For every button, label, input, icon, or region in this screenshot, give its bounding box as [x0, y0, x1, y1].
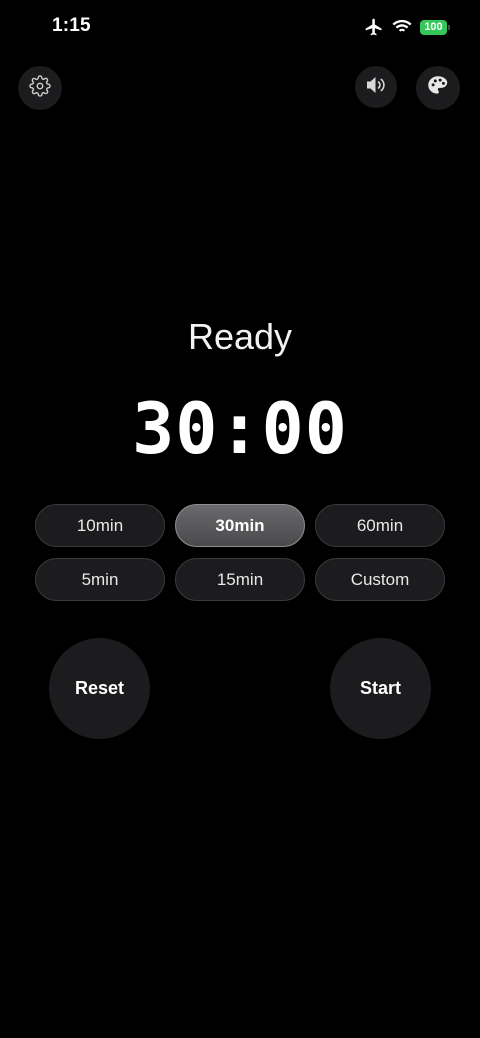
- reset-button[interactable]: Reset: [49, 638, 150, 739]
- preset-5min-button[interactable]: 5min: [35, 558, 165, 601]
- status-icons: 100: [364, 17, 450, 37]
- preset-10min-button[interactable]: 10min: [35, 504, 165, 547]
- wifi-icon: [392, 19, 412, 35]
- status-time: 1:15: [52, 15, 91, 36]
- battery-icon: 100: [420, 19, 450, 35]
- battery-level: 100: [420, 19, 447, 35]
- status-bar: 1:15 100: [0, 0, 480, 54]
- preset-grid: 10min 30min 60min 5min 15min Custom: [35, 504, 445, 601]
- preset-30min-button[interactable]: 30min: [175, 504, 305, 547]
- palette-icon: [425, 73, 451, 104]
- settings-button[interactable]: [18, 66, 62, 110]
- airplane-icon: [364, 17, 384, 37]
- battery-tip: [448, 24, 450, 30]
- timer-state-label: Ready: [187, 316, 293, 357]
- speaker-icon: [364, 74, 388, 101]
- timer-display: 30:00: [132, 388, 348, 470]
- start-button[interactable]: Start: [330, 638, 431, 739]
- preset-15min-button[interactable]: 15min: [175, 558, 305, 601]
- theme-button[interactable]: [416, 66, 460, 110]
- preset-60min-button[interactable]: 60min: [315, 504, 445, 547]
- preset-custom-button[interactable]: Custom: [315, 558, 445, 601]
- sound-button[interactable]: [355, 66, 397, 108]
- gear-icon: [29, 74, 51, 102]
